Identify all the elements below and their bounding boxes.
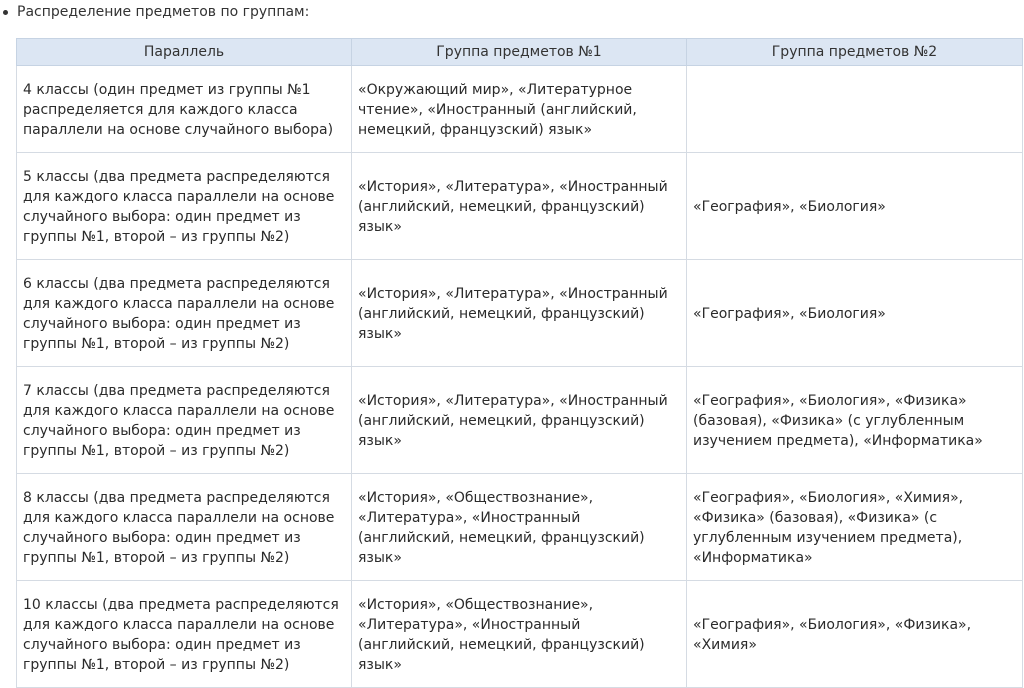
table-row: 10 классы (два предмета распределяются д… bbox=[16, 580, 1023, 688]
cell-parallel: 10 классы (два предмета распределяются д… bbox=[16, 580, 352, 688]
cell-group-2: «География», «Биология», «Химия», «Физик… bbox=[686, 473, 1023, 581]
bullet-icon bbox=[3, 9, 8, 15]
table-row: 5 классы (два предмета распределяются дл… bbox=[16, 152, 1023, 260]
cell-group-1: «История», «Литература», «Иностранный (а… bbox=[351, 366, 687, 474]
cell-parallel: 4 классы (один предмет из группы №1 расп… bbox=[16, 65, 352, 153]
table-row: 7 классы (два предмета распределяются дл… bbox=[16, 366, 1023, 474]
header-group-2: Группа предметов №2 bbox=[686, 38, 1023, 66]
cell-group-2: «География», «Биология» bbox=[686, 259, 1023, 367]
cell-parallel: 5 классы (два предмета распределяются дл… bbox=[16, 152, 352, 260]
cell-group-1: «История», «Обществознание», «Литература… bbox=[351, 473, 687, 581]
table-row: 8 классы (два предмета распределяются дл… bbox=[16, 473, 1023, 581]
cell-group-1: «История», «Обществознание», «Литература… bbox=[351, 580, 687, 688]
cell-parallel: 7 классы (два предмета распределяются дл… bbox=[16, 366, 352, 474]
cell-group-2: «География», «Биология», «Физика» (базов… bbox=[686, 366, 1023, 474]
intro-list-item: Распределение предметов по группам: bbox=[0, 0, 309, 24]
table-header-row: Параллель Группа предметов №1 Группа пре… bbox=[16, 38, 1023, 66]
cell-group-1: «Окружающий мир», «Литературное чтение»,… bbox=[351, 65, 687, 153]
cell-parallel: 8 классы (два предмета распределяются дл… bbox=[16, 473, 352, 581]
cell-group-1: «История», «Литература», «Иностранный (а… bbox=[351, 259, 687, 367]
cell-group-2: «География», «Биология», «Физика», «Хими… bbox=[686, 580, 1023, 688]
subject-groups-table: Параллель Группа предметов №1 Группа пре… bbox=[16, 38, 1023, 688]
header-parallel: Параллель bbox=[16, 38, 352, 66]
table-row: 6 классы (два предмета распределяются дл… bbox=[16, 259, 1023, 367]
header-group-1: Группа предметов №1 bbox=[351, 38, 687, 66]
intro-text: Распределение предметов по группам: bbox=[17, 4, 310, 20]
table-row: 4 классы (один предмет из группы №1 расп… bbox=[16, 65, 1023, 153]
cell-group-2 bbox=[686, 65, 1023, 153]
cell-group-2: «География», «Биология» bbox=[686, 152, 1023, 260]
cell-parallel: 6 классы (два предмета распределяются дл… bbox=[16, 259, 352, 367]
cell-group-1: «История», «Литература», «Иностранный (а… bbox=[351, 152, 687, 260]
